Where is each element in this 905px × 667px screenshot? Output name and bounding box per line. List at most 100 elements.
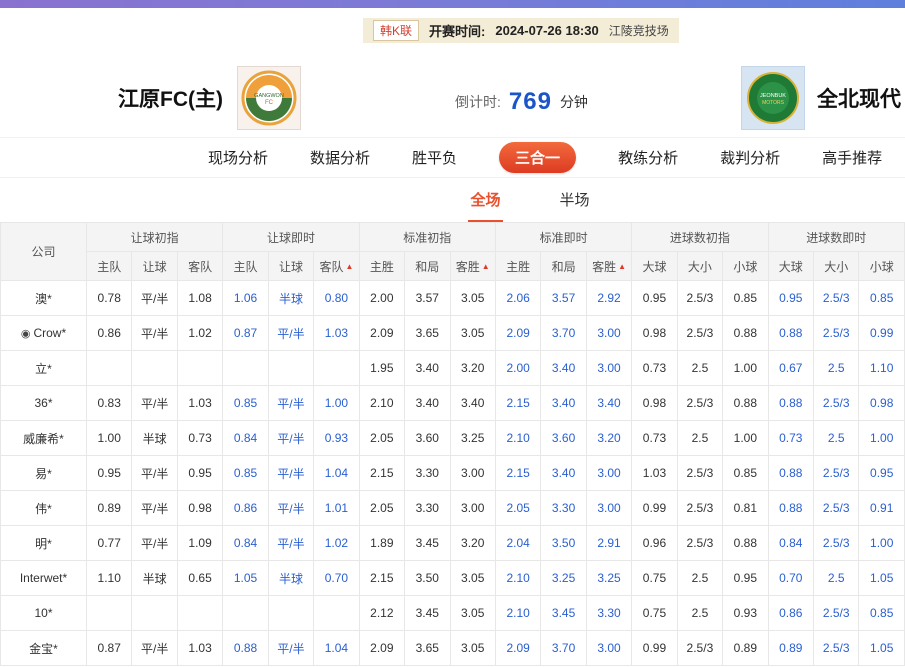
nav-item-coach-analysis[interactable]: 教练分析 (618, 147, 678, 168)
league-badge[interactable]: 韩K联 (373, 20, 419, 41)
odds-cell: 平/半 (268, 491, 313, 526)
trend-up-icon[interactable]: ▲ (345, 262, 353, 271)
col-header: 大小 (677, 252, 722, 281)
odds-cell: 2.5 (677, 561, 722, 596)
tab-full-time[interactable]: 全场 (468, 178, 502, 222)
odds-cell: 2.15 (359, 456, 404, 491)
odds-cell: 平/半 (132, 386, 177, 421)
odds-cell: 1.02 (177, 316, 222, 351)
odds-cell: 0.73 (632, 421, 677, 456)
nav-item-win-draw-loss[interactable]: 胜平负 (412, 147, 457, 168)
odds-cell: 0.85 (723, 456, 768, 491)
company-cell[interactable]: 澳* (1, 281, 87, 316)
match-odds-page: 韩K联 开赛时间: 2024-07-26 18:30 江陵竞技场 江原FC(主)… (0, 0, 905, 667)
odds-cell: 3.30 (405, 491, 450, 526)
col-header: 让球 (268, 252, 313, 281)
nav-item-live-analysis[interactable]: 现场分析 (208, 147, 268, 168)
company-cell[interactable]: 金宝* (1, 631, 87, 666)
table-row: 立*1.953.403.202.003.403.000.732.51.000.6… (1, 351, 905, 386)
kickoff-time: 2024-07-26 18:30 (495, 23, 598, 38)
odds-cell: 0.95 (859, 456, 905, 491)
nav-item-data-analysis[interactable]: 数据分析 (310, 147, 370, 168)
company-cell[interactable]: 立* (1, 351, 87, 386)
odds-cell: 2.5/3 (814, 631, 859, 666)
tab-half-time[interactable]: 半场 (558, 178, 592, 222)
trend-up-icon[interactable]: ▲ (482, 262, 490, 271)
odds-cell: 1.00 (859, 421, 905, 456)
col-header: 主胜 (495, 252, 540, 281)
table-sub-header-row: 主队 让球 客队 主队 让球 客队▲ 主胜 和局 客胜▲ 主胜 和局 客胜▲ 大… (1, 252, 905, 281)
odds-cell: 3.05 (450, 316, 495, 351)
countdown-value: 769 (509, 88, 552, 116)
odds-cell: 2.00 (359, 281, 404, 316)
odds-cell: 平/半 (268, 526, 313, 561)
odds-cell: 0.75 (632, 596, 677, 631)
odds-cell: 2.05 (359, 421, 404, 456)
odds-cell: 1.03 (632, 456, 677, 491)
odds-cell: 0.75 (632, 561, 677, 596)
odds-cell: 平/半 (132, 456, 177, 491)
odds-cell: 3.40 (586, 386, 631, 421)
countdown-unit: 分钟 (560, 92, 588, 112)
table-row: 威廉希*1.00半球0.730.84平/半0.932.053.603.252.1… (1, 421, 905, 456)
odds-cell: 2.05 (495, 491, 540, 526)
company-cell[interactable]: 10* (1, 596, 87, 631)
nav-item-three-in-one[interactable]: 三合一 (499, 142, 576, 173)
odds-cell: 平/半 (268, 631, 313, 666)
odds-cell: 1.05 (859, 561, 905, 596)
analysis-nav: 现场分析 数据分析 胜平负 三合一 教练分析 裁判分析 高手推荐 (0, 138, 905, 178)
odds-cell: 3.40 (405, 386, 450, 421)
company-cell[interactable]: ◉Crow* (1, 316, 87, 351)
match-info-strip: 韩K联 开赛时间: 2024-07-26 18:30 江陵竞技场 (363, 18, 679, 43)
odds-table: 公司 让球初指 让球即时 标准初指 标准即时 进球数初指 进球数即时 主队 让球… (0, 222, 905, 666)
odds-cell: 半球 (132, 421, 177, 456)
odds-cell: 0.83 (87, 386, 132, 421)
col-header: 客胜▲ (450, 252, 495, 281)
odds-cell: 1.00 (314, 386, 359, 421)
odds-cell: 3.40 (450, 386, 495, 421)
odds-cell: 0.96 (632, 526, 677, 561)
home-team-block: 江原FC(主) GANGWON FC (118, 66, 301, 130)
odds-cell: 1.02 (314, 526, 359, 561)
odds-cell: 2.91 (586, 526, 631, 561)
odds-cell: 0.93 (314, 421, 359, 456)
odds-cell: 2.5 (814, 561, 859, 596)
odds-cell (314, 351, 359, 386)
odds-cell: 3.05 (450, 631, 495, 666)
odds-cell (177, 351, 222, 386)
odds-cell: 1.00 (87, 421, 132, 456)
company-cell[interactable]: Interwet* (1, 561, 87, 596)
col-header: 主胜 (359, 252, 404, 281)
odds-cell: 1.00 (859, 526, 905, 561)
odds-cell: 2.5/3 (677, 631, 722, 666)
group-header-1x2-live: 标准即时 (495, 223, 631, 252)
odds-cell: 0.88 (723, 386, 768, 421)
odds-cell: 1.10 (859, 351, 905, 386)
odds-cell: 3.00 (450, 491, 495, 526)
company-cell[interactable]: 易* (1, 456, 87, 491)
odds-cell: 0.65 (177, 561, 222, 596)
col-header: 客队▲ (314, 252, 359, 281)
odds-cell: 0.70 (314, 561, 359, 596)
odds-cell: 3.25 (541, 561, 586, 596)
odds-cell: 2.5/3 (677, 281, 722, 316)
odds-cell: 0.95 (87, 456, 132, 491)
col-header: 小球 (859, 252, 905, 281)
company-cell[interactable]: 明* (1, 526, 87, 561)
company-cell[interactable]: 伟* (1, 491, 87, 526)
odds-cell: 0.95 (723, 561, 768, 596)
odds-cell: 0.77 (87, 526, 132, 561)
odds-cell: 0.88 (723, 526, 768, 561)
col-header: 客胜▲ (586, 252, 631, 281)
col-header: 大球 (632, 252, 677, 281)
group-header-goals-initial: 进球数初指 (632, 223, 768, 252)
trend-up-icon[interactable]: ▲ (618, 262, 626, 271)
nav-item-expert-picks[interactable]: 高手推荐 (822, 147, 882, 168)
odds-cell: 2.5/3 (814, 596, 859, 631)
odds-cell: 平/半 (132, 631, 177, 666)
odds-cell: 0.87 (87, 631, 132, 666)
company-cell[interactable]: 36* (1, 386, 87, 421)
company-cell[interactable]: 威廉希* (1, 421, 87, 456)
nav-item-referee-analysis[interactable]: 裁判分析 (720, 147, 780, 168)
odds-cell: 0.78 (87, 281, 132, 316)
